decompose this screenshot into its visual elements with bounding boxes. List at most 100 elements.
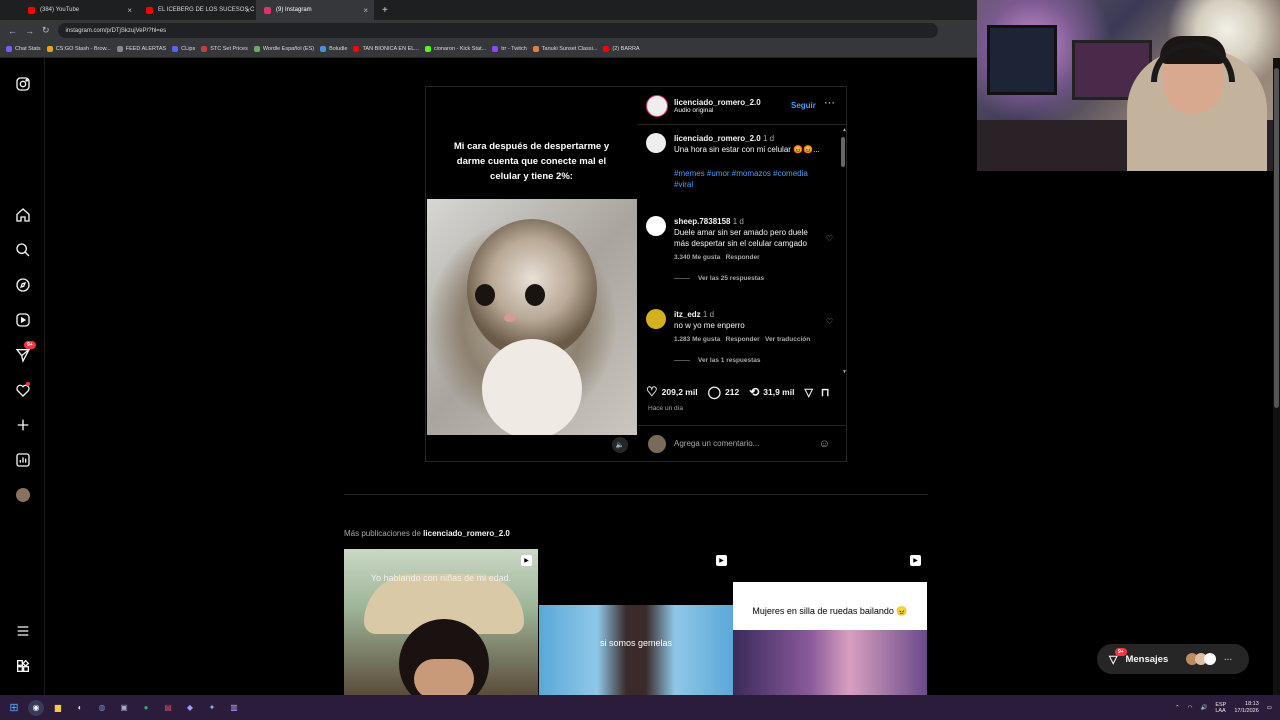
app-icon[interactable]: ◆: [182, 700, 198, 716]
more-post-thumbnail[interactable]: si somos gemelas ▶: [539, 549, 733, 696]
forward-icon[interactable]: →: [25, 26, 34, 36]
more-post-thumbnail[interactable]: Mujeres en silla de ruedas bailando 😠 ▶: [733, 549, 927, 696]
spotify-icon[interactable]: ●: [138, 700, 154, 716]
reply-button[interactable]: Responder: [726, 254, 760, 261]
comment-username[interactable]: itz_edz: [674, 310, 701, 319]
dashboard-icon[interactable]: [13, 450, 32, 469]
bookmark-item[interactable]: CLips: [172, 46, 195, 52]
notifications-heart-icon[interactable]: [13, 380, 32, 399]
view-replies-button[interactable]: Ver las 25 respuestas: [674, 273, 824, 284]
wifi-icon[interactable]: ◠: [1188, 705, 1193, 711]
emoji-icon[interactable]: ☺: [819, 438, 830, 450]
translate-button[interactable]: Ver traducción: [765, 336, 810, 343]
like-comment-icon[interactable]: ♡: [826, 234, 833, 243]
profile-avatar[interactable]: [13, 485, 32, 504]
like-icon[interactable]: ♡: [646, 384, 658, 400]
author-avatar[interactable]: [646, 94, 668, 117]
app-icon[interactable]: ✦: [204, 700, 220, 716]
comment-likes[interactable]: 3.340 Me gusta: [674, 254, 720, 261]
hashtags[interactable]: #memes #umor #momazos #comedia #viral: [674, 168, 824, 190]
volume-icon[interactable]: 🔊: [1200, 705, 1207, 711]
save-bookmark-icon[interactable]: ⊓: [821, 386, 830, 399]
share-icon[interactable]: ▽: [804, 386, 812, 399]
bookmark-item[interactable]: FEED ALERTAS: [116, 46, 166, 52]
file-explorer-icon[interactable]: ▆: [50, 700, 66, 716]
more-post-thumbnail[interactable]: Yo hablando con niñas de mi edad. ▶: [344, 549, 538, 696]
address-bar-row: ← → ↻ instagram.com/p/DTjSkzujVeP/?hl=es: [0, 20, 977, 41]
bookmark-item[interactable]: trr - Twitch: [492, 46, 527, 52]
menu-icon[interactable]: [13, 621, 32, 640]
follow-button[interactable]: Seguir: [791, 101, 816, 110]
author-username[interactable]: licenciado_romero_2.0: [674, 98, 761, 107]
messages-button[interactable]: ▽ 9+ Mensajes ···: [1097, 644, 1249, 674]
comment-username[interactable]: licenciado_romero_2.0: [674, 134, 761, 143]
view-replies-button[interactable]: Ver las 1 respuestas: [674, 355, 824, 366]
back-icon[interactable]: ←: [8, 26, 17, 36]
clock[interactable]: 18:13 17/1/2026: [1234, 701, 1258, 715]
instagram-icon: [264, 6, 271, 14]
create-plus-icon[interactable]: [13, 415, 32, 434]
reel-icon: ▶: [910, 555, 921, 566]
commenter-avatar[interactable]: [646, 216, 666, 236]
bookmark-item[interactable]: Wordle Español (ES): [253, 46, 314, 52]
like-comment-icon[interactable]: ♡: [826, 317, 833, 326]
bookmark-item[interactable]: CS:GO Stash - Brow...: [46, 46, 111, 52]
reply-button[interactable]: Responder: [726, 336, 760, 343]
app-icon[interactable]: ▥: [226, 700, 242, 716]
bookmarks-bar: Chat Stats CS:GO Stash - Brow... FEED AL…: [0, 41, 977, 58]
bookmark-item[interactable]: TAN BIONICA EN EL...: [353, 46, 419, 52]
reload-icon[interactable]: ↻: [42, 25, 50, 36]
comments-scrollbar[interactable]: ▲ ▼: [840, 127, 847, 377]
close-icon[interactable]: ×: [363, 6, 368, 15]
comment-icon[interactable]: ◯: [708, 385, 721, 399]
language-indicator[interactable]: ESP LAA: [1215, 702, 1226, 714]
audio-label[interactable]: Audio original: [674, 107, 761, 114]
likes-count[interactable]: 209,2 mil: [662, 387, 698, 397]
search-icon[interactable]: [13, 240, 32, 259]
windows-start-icon[interactable]: ⊞: [6, 700, 22, 716]
tab-title: (9) Instagram: [276, 7, 312, 13]
mute-icon[interactable]: 🔈: [612, 437, 628, 453]
tab-title: (384) YouTube: [40, 7, 80, 13]
url-input[interactable]: instagram.com/p/DTjSkzujVeP/?hl=es: [57, 23, 938, 38]
commenter-avatar[interactable]: [646, 309, 666, 329]
notification-icon[interactable]: ▭: [1267, 705, 1272, 711]
close-icon[interactable]: ×: [245, 6, 250, 15]
more-options-icon[interactable]: ···: [824, 97, 835, 109]
app-icon[interactable]: ▤: [160, 700, 176, 716]
more-posts-username[interactable]: licenciado_romero_2.0: [423, 529, 510, 538]
bookmark-item[interactable]: Boludle: [320, 46, 347, 52]
discord-icon[interactable]: ◍: [94, 700, 110, 716]
home-icon[interactable]: [13, 205, 32, 224]
chrome-icon[interactable]: ◉: [28, 699, 44, 716]
apps-icon[interactable]: [13, 656, 32, 675]
instagram-logo-icon[interactable]: [13, 74, 32, 93]
bookmark-item[interactable]: (2) BARRA: [603, 46, 640, 52]
reels-icon[interactable]: [13, 310, 32, 329]
chevron-up-icon[interactable]: ⌃: [1175, 705, 1180, 711]
post-time[interactable]: Hace un día: [648, 405, 683, 412]
comment-username[interactable]: sheep.7838158: [674, 217, 731, 226]
bookmark-item[interactable]: Tanuki Sunset Classi...: [532, 46, 597, 52]
tab-youtube[interactable]: (384) YouTube ×: [20, 0, 138, 20]
bookmark-item[interactable]: STC Set Prices: [201, 46, 248, 52]
post-media[interactable]: Mi cara después de despertarme y darme c…: [426, 87, 637, 461]
more-options-icon[interactable]: ···: [1224, 655, 1232, 664]
steam-icon[interactable]: ◐: [72, 700, 88, 716]
new-tab-button[interactable]: +: [382, 5, 388, 16]
bookmark-item[interactable]: cionaron - Kick Stat...: [424, 46, 486, 52]
repost-icon[interactable]: ⟲: [749, 385, 759, 399]
message-avatars: [1186, 653, 1217, 665]
comment-likes[interactable]: 1.283 Me gusta: [674, 336, 720, 343]
messages-icon[interactable]: 9+: [13, 341, 36, 364]
author-avatar[interactable]: [646, 133, 666, 153]
close-icon[interactable]: ×: [127, 6, 132, 15]
messages-badge: 9+: [1115, 647, 1127, 656]
explore-icon[interactable]: [13, 275, 32, 294]
add-comment-input[interactable]: Agrega un comentario...: [674, 439, 811, 448]
tab-iceberg[interactable]: EL ICEBERG DE LOS SUCESOS C ×: [138, 0, 256, 20]
tab-instagram[interactable]: (9) Instagram ×: [256, 0, 374, 20]
page-scrollbar[interactable]: [1273, 58, 1280, 695]
bookmark-item[interactable]: Chat Stats: [6, 46, 41, 52]
app-icon[interactable]: ▣: [116, 700, 132, 716]
